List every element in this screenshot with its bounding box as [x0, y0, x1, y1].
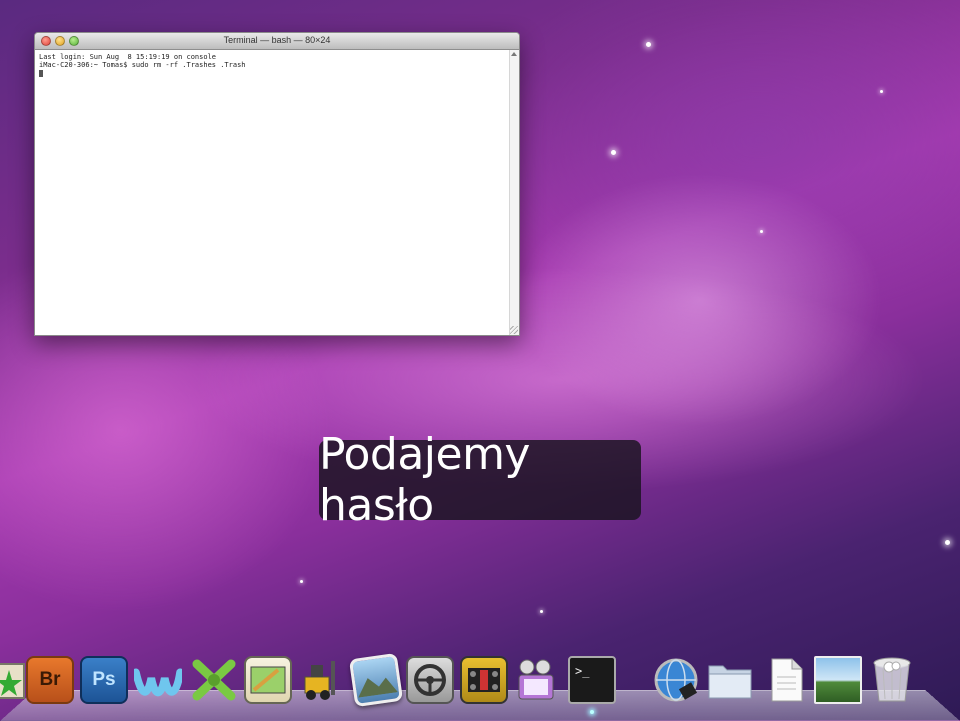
- star: [646, 42, 651, 47]
- forklift-icon[interactable]: [298, 656, 346, 704]
- terminal-icon[interactable]: >_: [568, 656, 616, 704]
- star: [300, 580, 303, 583]
- photo-icon[interactable]: [348, 652, 404, 708]
- preview-icon[interactable]: [244, 656, 292, 704]
- globe-icon[interactable]: [652, 656, 700, 704]
- terminal-window[interactable]: Terminal — bash — 80×24 Last login: Sun …: [34, 32, 520, 336]
- running-indicator: [590, 710, 594, 714]
- star: [611, 150, 616, 155]
- document-icon[interactable]: [762, 656, 810, 704]
- bridge-label: Br: [39, 669, 61, 690]
- trash-icon[interactable]: [868, 656, 916, 704]
- star: [540, 610, 543, 613]
- resize-grip-icon[interactable]: [510, 326, 518, 334]
- terminal-prompt-glyph: >_: [575, 664, 590, 678]
- terminal-line: Last login: Sun Aug 8 15:19:19 on consol…: [39, 53, 217, 61]
- scrollbar[interactable]: [509, 50, 519, 335]
- photoshop-label: Ps: [92, 669, 116, 690]
- window-title: Terminal — bash — 80×24: [223, 35, 331, 45]
- terminal-output[interactable]: Last login: Sun Aug 8 15:19:19 on consol…: [35, 50, 509, 335]
- text-cursor: [39, 69, 43, 77]
- photoshop-icon[interactable]: Ps: [80, 656, 128, 704]
- scroll-up-arrow-icon[interactable]: [511, 52, 517, 56]
- star: [760, 230, 763, 233]
- subtitle-caption: Podajemy hasło: [319, 429, 641, 531]
- landscape-icon[interactable]: [814, 656, 862, 704]
- bridge-icon[interactable]: Br: [26, 656, 74, 704]
- folder-icon[interactable]: [706, 656, 754, 704]
- steering-wheel-icon[interactable]: [406, 656, 454, 704]
- racecar-icon[interactable]: [460, 656, 508, 704]
- wave-icon[interactable]: [134, 656, 182, 704]
- star: [945, 540, 950, 545]
- x-figure-icon[interactable]: [190, 656, 238, 704]
- terminal-line: iMac-C20-306:~ Tomas$ sudo rm -rf .Trash…: [39, 61, 246, 69]
- star: [880, 90, 883, 93]
- imovie-icon[interactable]: [514, 656, 562, 704]
- dock: Br Ps >_: [0, 648, 960, 720]
- window-titlebar[interactable]: Terminal — bash — 80×24: [35, 33, 519, 50]
